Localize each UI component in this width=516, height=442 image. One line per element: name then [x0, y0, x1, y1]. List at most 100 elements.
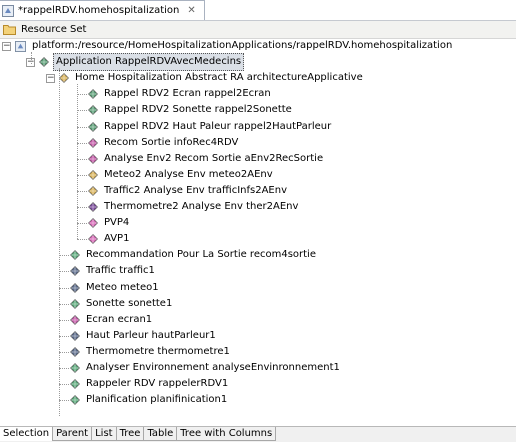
model-element-icon [88, 153, 98, 164]
tree-item-label: Recom Sortie infoRec4RDV [104, 136, 239, 148]
tree-root-resource[interactable]: − platform:/resource/HomeHospitalizationA… [2, 38, 454, 54]
tab-list[interactable]: List [92, 427, 117, 441]
tree-item[interactable]: Ecran ecran1 [70, 312, 154, 328]
tab-table[interactable]: Table [144, 427, 178, 441]
tree-connector [77, 110, 87, 112]
model-element-icon [88, 234, 98, 245]
tree-connector [77, 174, 87, 176]
tab-tree-with-columns[interactable]: Tree with Columns [177, 427, 277, 441]
tree-connector [59, 287, 69, 289]
resource-set-header[interactable]: Resource Set [0, 21, 516, 39]
tree-item[interactable]: Recommandation Pour La Sortie recom4sort… [70, 247, 318, 263]
tab-selection[interactable]: Selection [0, 427, 54, 441]
model-element-icon [88, 105, 98, 116]
model-file-icon [2, 4, 14, 17]
tree-item-label: PVP4 [104, 217, 130, 229]
tree-item-label: Traffic traffic1 [86, 265, 155, 277]
model-element-icon [70, 346, 80, 357]
tab-tree[interactable]: Tree [116, 427, 145, 441]
bottom-tab-bar: Selection Parent List Tree Table Tree with Co… [0, 426, 516, 442]
tree-connector [77, 126, 87, 128]
tree-item-label: Thermometre thermometre1 [86, 345, 230, 357]
editor-tab-bar: *rappelRDV.homehospitalization ✕ [0, 0, 516, 21]
tree-item[interactable]: Thermometre thermometre1 [70, 344, 232, 360]
tree-item-label: Planification planifinication1 [86, 394, 228, 406]
tree-item[interactable]: Recom Sortie infoRec4RDV [88, 135, 240, 151]
tree-connector [59, 255, 69, 257]
tree-item[interactable]: Analyse Env2 Recom Sortie aEnv2RecSortie [88, 151, 325, 167]
tree-item[interactable]: Thermometre2 Analyse Env ther2AEnv [88, 199, 300, 215]
model-element-icon [88, 89, 98, 100]
model-element-icon [88, 202, 98, 212]
tree-item-label: Sonette sonette1 [86, 297, 173, 309]
tree-item[interactable]: Rappeler RDV rappelerRDV1 [70, 376, 230, 392]
tree-item-label: AVP1 [104, 233, 130, 245]
tree-item[interactable]: Planification planifinication1 [70, 392, 229, 408]
tree-connector [59, 319, 69, 321]
model-element-icon [88, 121, 98, 132]
tree-item-label: Application RappelRDVAvecMedecins [53, 53, 245, 72]
tree-item-architecture[interactable]: − Home Hospitalization Abstract RA archit… [46, 70, 365, 86]
tree-connector [59, 303, 69, 305]
tree-item-label: Thermometre2 Analyse Env ther2AEnv [104, 201, 299, 212]
tree-connector [59, 384, 69, 386]
model-element-icon [70, 250, 80, 261]
collapse-toggle-icon[interactable]: − [46, 73, 55, 83]
tree-item[interactable]: Haut Parleur hautParleur1 [70, 328, 218, 344]
tab-parent[interactable]: Parent [53, 427, 93, 441]
tree-item[interactable]: Sonette sonette1 [70, 296, 174, 312]
model-element-icon [70, 314, 80, 325]
tree-connector [59, 68, 60, 417]
application-icon [39, 57, 49, 68]
tree-item[interactable]: AVP1 [88, 231, 131, 247]
close-icon[interactable]: ✕ [187, 5, 195, 16]
tree-item[interactable]: Traffic traffic1 [70, 263, 157, 279]
tree-connector [59, 400, 69, 402]
collapse-toggle-icon[interactable]: − [2, 41, 11, 51]
tree-connector [31, 52, 32, 65]
tree-item-label: Rappeler RDV rappelerRDV1 [86, 378, 229, 390]
resource-folder-icon [3, 25, 16, 35]
model-element-icon [88, 137, 98, 148]
model-element-icon [88, 185, 98, 196]
tree-connector [59, 271, 69, 273]
tree-item-label: Analyse Env2 Recom Sortie aEnv2RecSortie [104, 152, 324, 164]
model-element-icon [70, 379, 80, 390]
tree-item-label: Meteo meteo1 [86, 281, 159, 293]
resource-set-label: Resource Set [21, 24, 87, 35]
model-element-icon [88, 218, 98, 229]
tree-item[interactable]: Rappel RDV2 Haut Paleur rappel2HautParle… [88, 119, 333, 135]
tree-item[interactable]: Meteo2 Analyse Env meteo2AEnv [88, 167, 275, 183]
tree-item-label: Home Hospitalization Abstract RA archite… [75, 72, 363, 84]
tree-item-label: Rappel RDV2 Haut Paleur rappel2HautParle… [104, 120, 332, 132]
model-element-icon [70, 330, 80, 341]
tree-connector [59, 368, 69, 369]
tree-connector [77, 239, 87, 241]
tree-connector [77, 223, 87, 225]
tree-item[interactable]: Traffic2 Analyse Env trafficInfs2AEnv [88, 183, 289, 199]
tree-connector [77, 84, 78, 240]
tree-connector [77, 158, 87, 160]
tree-item-label: Rappel RDV2 Sonette rappel2Sonette [104, 104, 292, 116]
tree-item-label: Ecran ecran1 [86, 313, 153, 325]
model-element-icon [70, 282, 80, 293]
model-element-icon [70, 266, 80, 277]
tree-connector [59, 351, 69, 353]
editor-tab-title: *rappelRDV.homehospitalization [18, 5, 180, 16]
tree-item-label: Recommandation Pour La Sortie recom4sort… [86, 249, 316, 261]
tree-item-label: Traffic2 Analyse Env trafficInfs2AEnv [104, 184, 288, 196]
tree-item-label: platform:/resource/HomeHospitalizationAp… [32, 40, 453, 51]
tree-item[interactable]: PVP4 [88, 215, 131, 231]
tree-item-label: Analyser Environnement analyseEnvinronne… [86, 362, 340, 373]
model-tree[interactable]: − platform:/resource/HomeHospitalizationA… [0, 38, 516, 424]
tree-item[interactable]: Meteo meteo1 [70, 280, 161, 296]
architecture-icon [59, 73, 69, 84]
tree-item[interactable]: Rappel RDV2 Ecran rappel2Ecran [88, 86, 273, 102]
tree-connector [77, 207, 87, 208]
tree-connector [77, 142, 87, 144]
tree-item[interactable]: Rappel RDV2 Sonette rappel2Sonette [88, 102, 294, 118]
tree-item-label: Rappel RDV2 Ecran rappel2Ecran [104, 88, 271, 100]
editor-tab[interactable]: *rappelRDV.homehospitalization ✕ [0, 0, 205, 20]
tree-item[interactable]: Analyser Environnement analyseEnvinronne… [70, 360, 342, 376]
model-element-icon [88, 169, 98, 180]
